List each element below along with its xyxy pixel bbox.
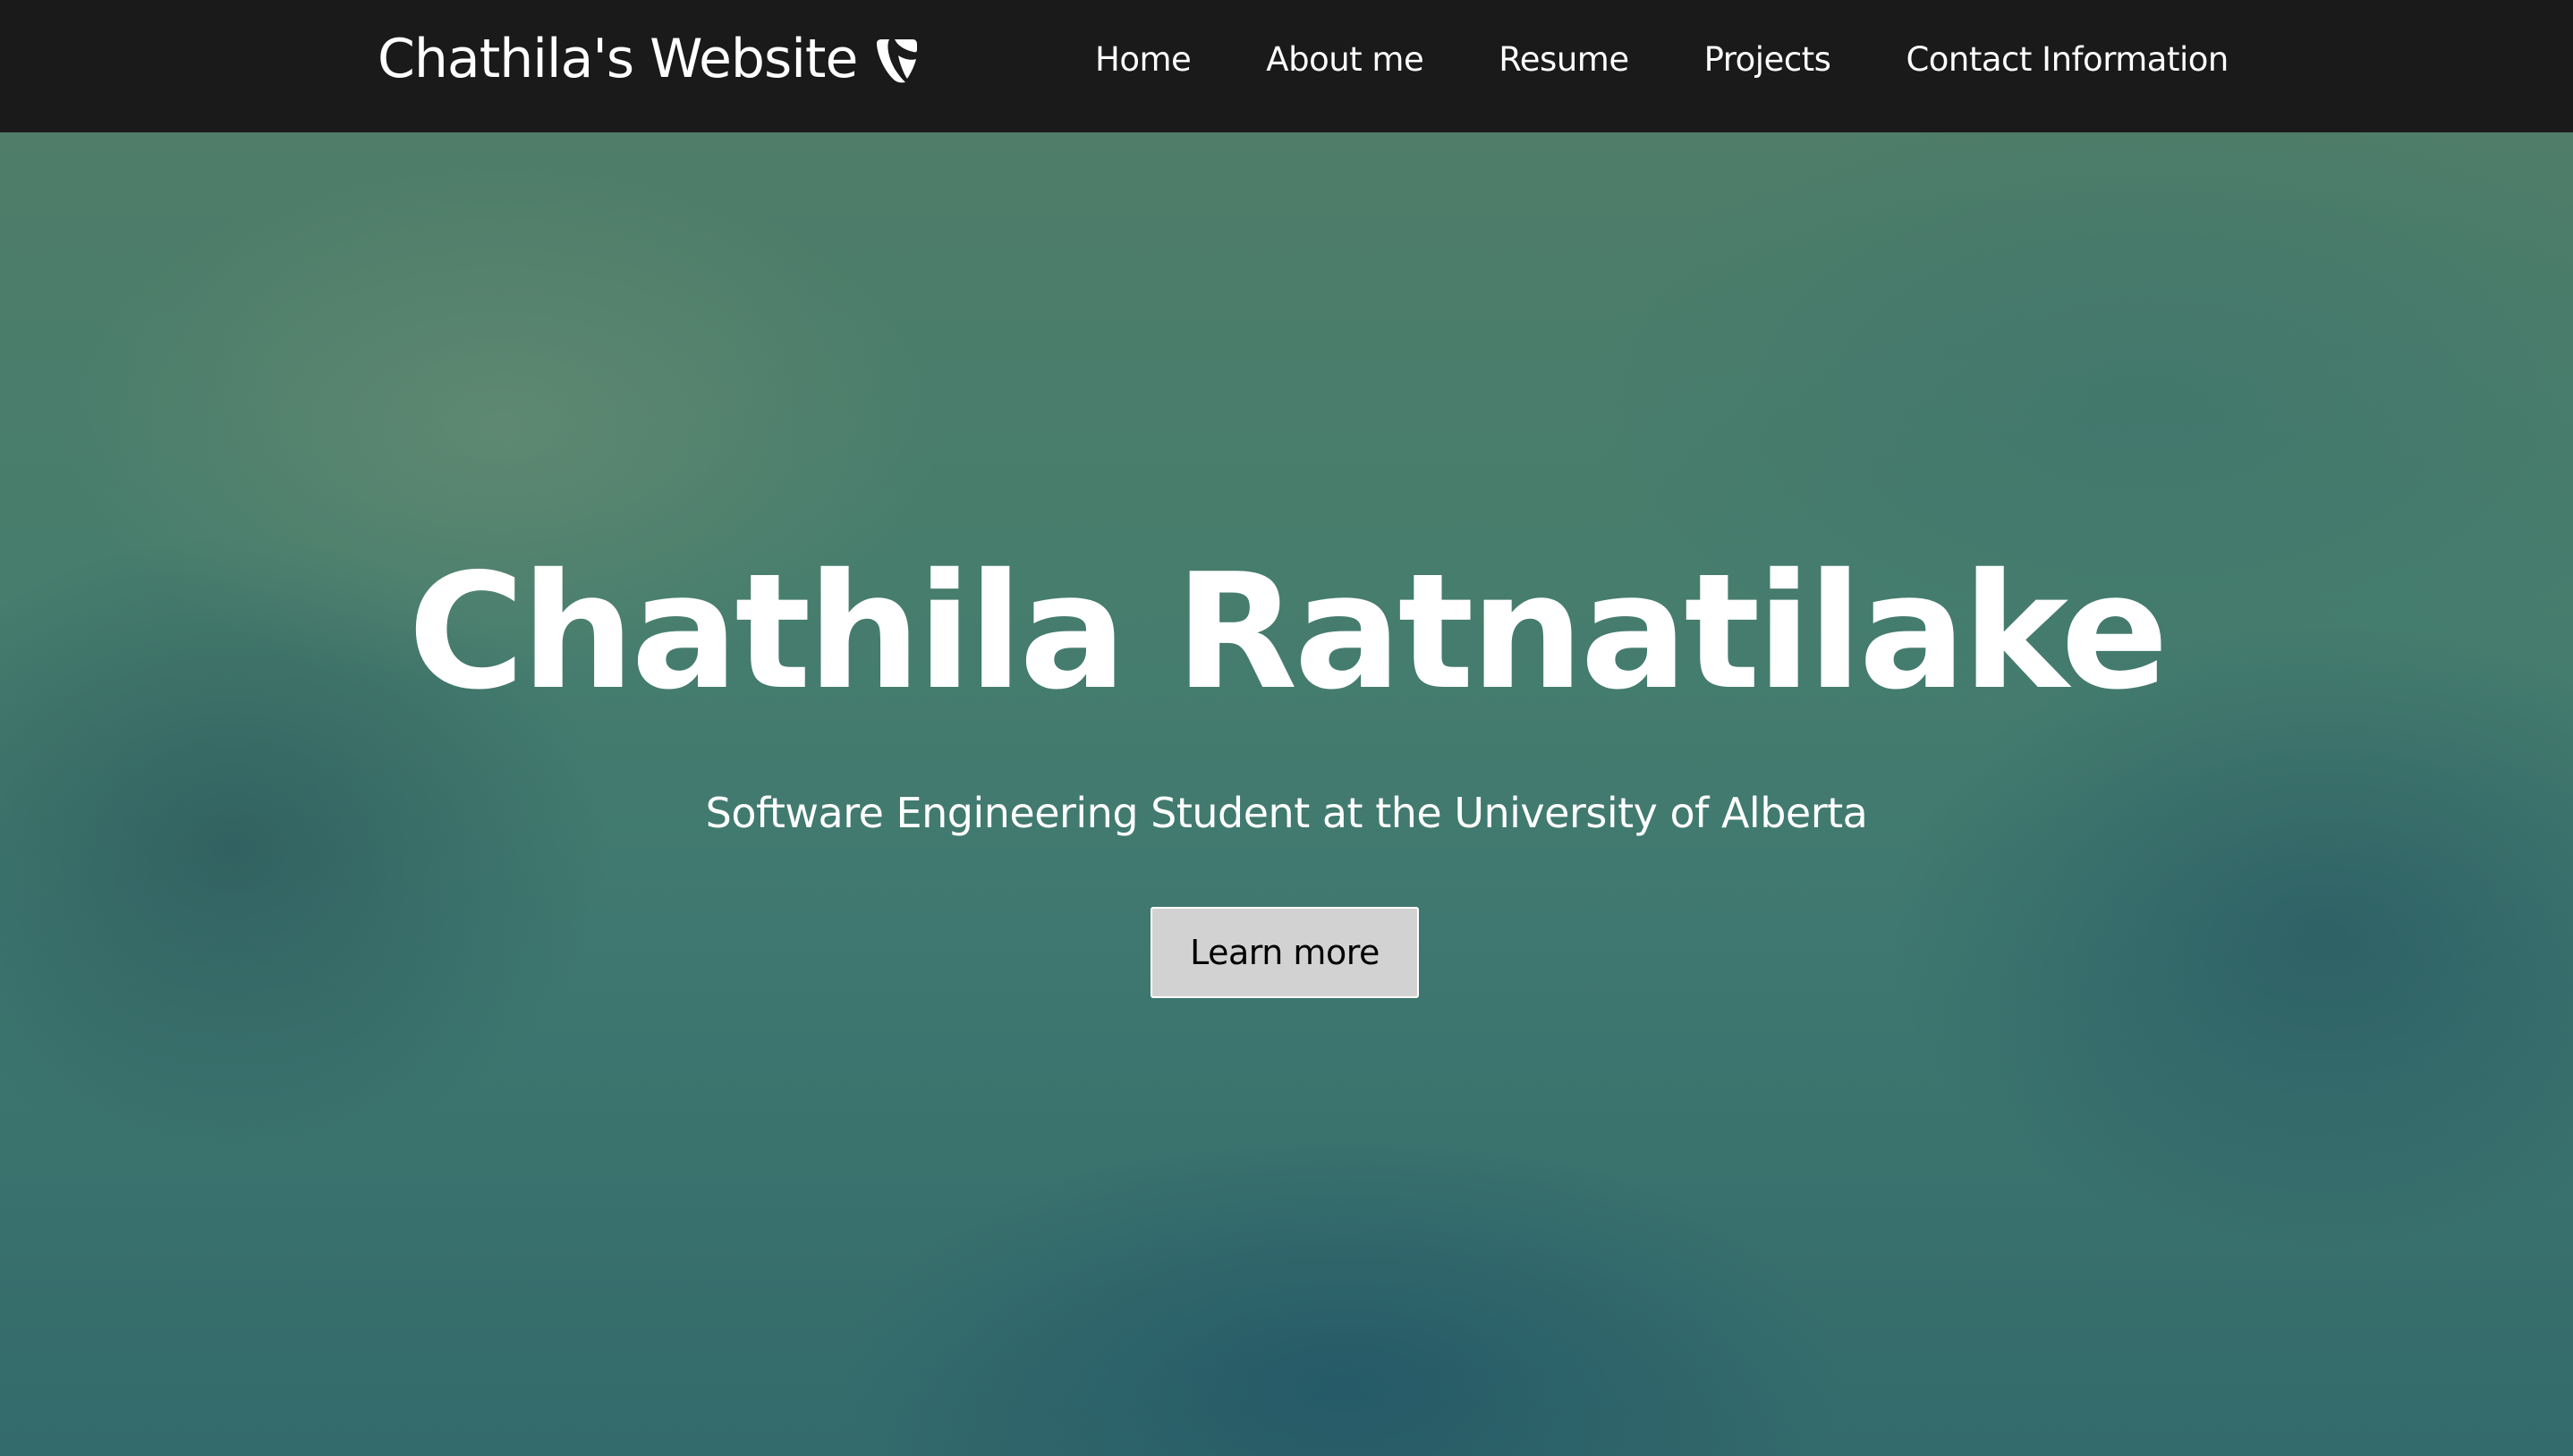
nav-link-about-me[interactable]: About me	[1266, 40, 1423, 79]
page: Chathila's Website Home About me Resume …	[0, 0, 2573, 1456]
hero-subtitle: Software Engineering Student at the Univ…	[705, 789, 1868, 837]
nav-link-resume[interactable]: Resume	[1499, 40, 1629, 79]
nav-link-contact-information[interactable]: Contact Information	[1906, 40, 2229, 79]
site-brand-text: Chathila's Website	[378, 28, 858, 90]
nav-links: Home About me Resume Projects Contact In…	[1095, 0, 2229, 118]
hero-section: Chathila Ratnatilake Software Engineerin…	[0, 132, 2573, 1456]
nav-link-home[interactable]: Home	[1095, 40, 1192, 79]
site-brand-link[interactable]: Chathila's Website	[378, 0, 920, 118]
top-navbar: Chathila's Website Home About me Resume …	[0, 0, 2573, 132]
learn-more-button[interactable]: Learn more	[1151, 907, 1419, 998]
nav-link-projects[interactable]: Projects	[1704, 40, 1831, 79]
hero-content: Chathila Ratnatilake Software Engineerin…	[0, 132, 2573, 1456]
typo3-logo-icon	[873, 35, 920, 83]
hero-title: Chathila Ratnatilake	[407, 539, 2169, 724]
